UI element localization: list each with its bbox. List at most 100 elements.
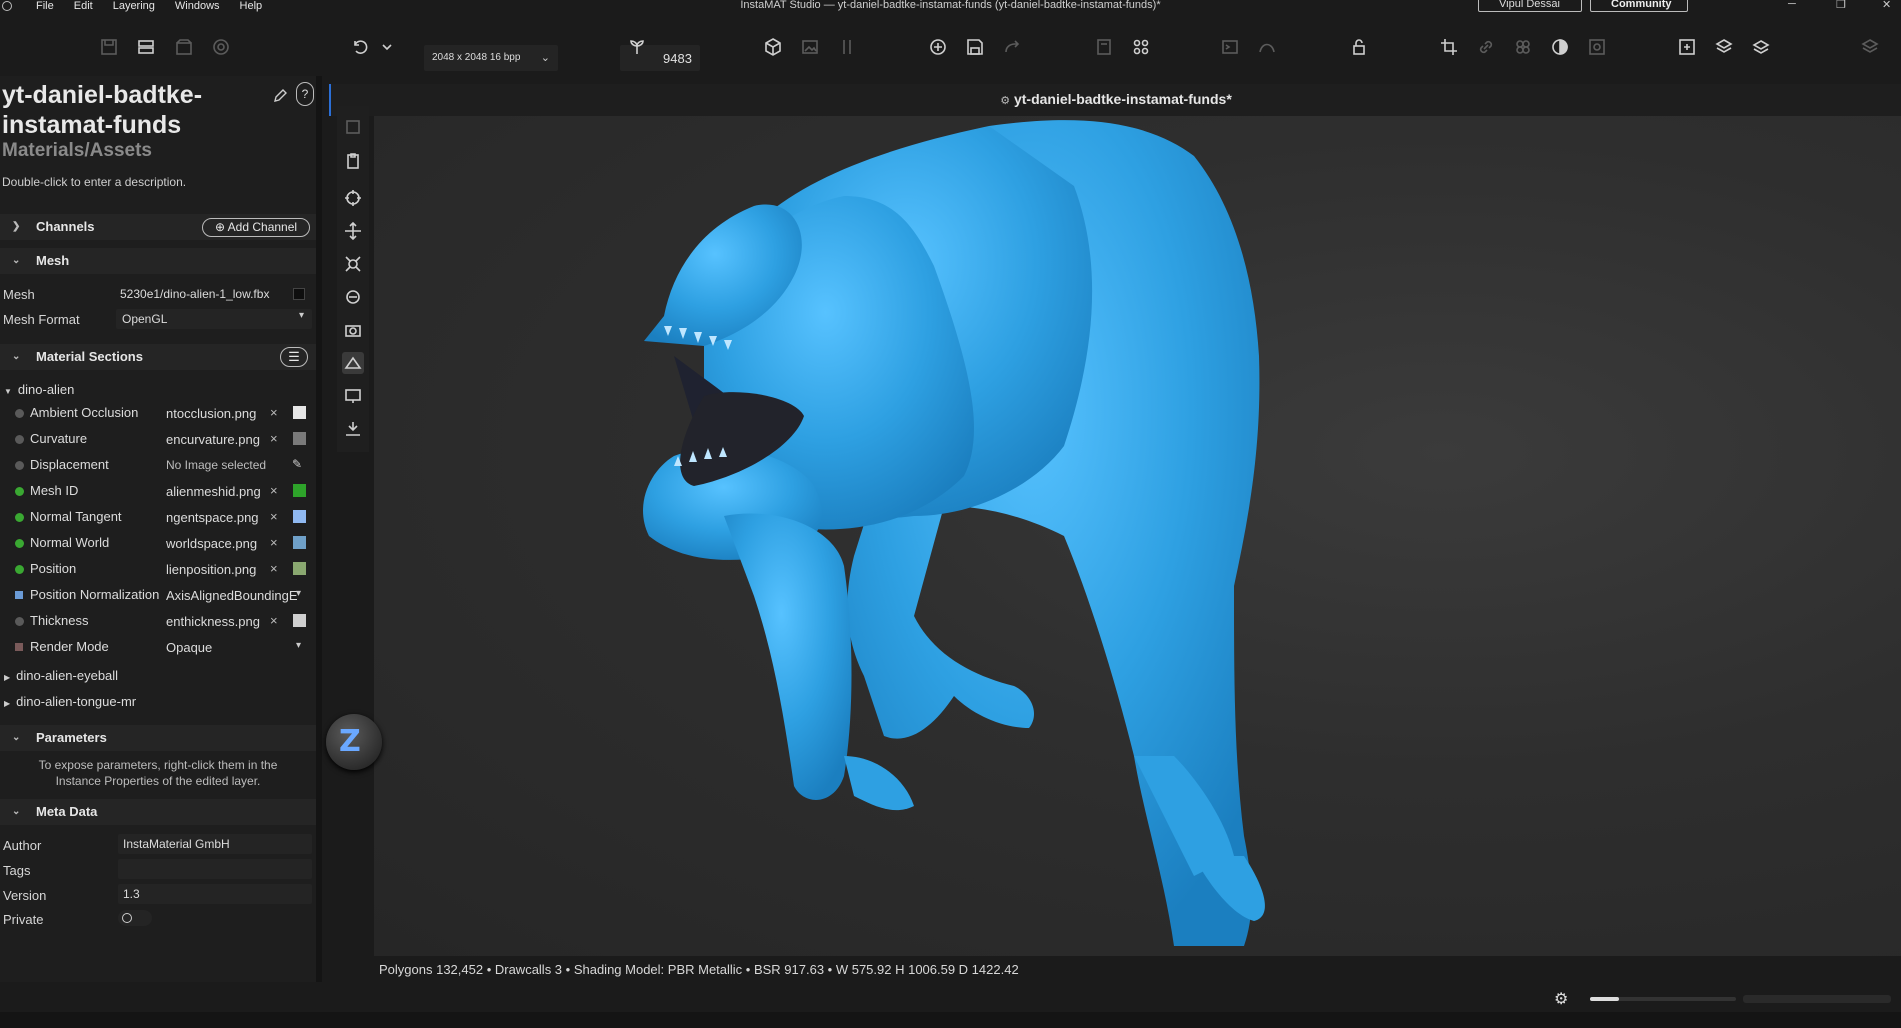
material-row[interactable]: Thickness enthickness.png × <box>0 611 316 635</box>
mesh-format-select[interactable]: OpenGL ▾ <box>116 309 312 329</box>
material-row-file[interactable]: ntocclusion.png <box>166 406 266 421</box>
link-icon[interactable] <box>1475 36 1497 58</box>
clear-icon[interactable]: × <box>270 561 278 576</box>
parameters-section-header[interactable]: ⌄ Parameters <box>0 725 316 751</box>
material-row-file[interactable]: encurvature.png <box>166 432 266 447</box>
restore-icon[interactable]: ❐ <box>1836 0 1846 11</box>
mesh-file-value[interactable]: 5230e1/dino-alien-1_low.fbx <box>120 287 269 301</box>
material-row-file[interactable]: No Image selected <box>166 458 266 472</box>
author-field[interactable]: InstaMaterial GmbH <box>118 834 312 854</box>
material-row[interactable]: Displacement No Image selected ✎ <box>0 455 316 479</box>
gear-icon[interactable] <box>210 36 232 58</box>
add-circle-icon[interactable] <box>927 36 949 58</box>
material-row[interactable]: Curvature encurvature.png × <box>0 429 316 453</box>
split-view-icon[interactable] <box>836 36 858 58</box>
layers-stack-icon[interactable] <box>1750 36 1772 58</box>
list-menu-button[interactable]: ☰ <box>280 347 308 367</box>
material-row-file[interactable]: alienmeshid.png <box>166 484 266 499</box>
material-group-dino-alien[interactable]: ▼ dino-alien <box>4 382 74 397</box>
material-row-file[interactable]: ngentspace.png <box>166 510 266 525</box>
menu-file[interactable]: File <box>26 1 64 12</box>
clear-icon[interactable]: × <box>270 509 278 524</box>
save-layer-icon[interactable] <box>98 36 120 58</box>
clear-icon[interactable]: × <box>270 405 278 420</box>
mesh-file-icon[interactable] <box>293 288 305 300</box>
resolution-select[interactable]: 2048 x 2048 16 bpp ⌄ <box>424 45 558 71</box>
3d-viewport[interactable]: Z <box>326 116 1901 956</box>
material-sections-header[interactable]: ⌄ Material Sections ☰ <box>0 344 316 370</box>
chevron-down-icon[interactable] <box>376 36 398 58</box>
asset-description[interactable]: Double-click to enter a description. <box>2 175 186 189</box>
crop-icon[interactable] <box>1438 36 1460 58</box>
private-toggle[interactable] <box>118 910 152 926</box>
calculator-icon[interactable] <box>1093 36 1115 58</box>
meta-data-section-header[interactable]: ⌄ Meta Data <box>0 799 316 825</box>
2d-view-icon[interactable] <box>799 36 821 58</box>
material-row-file[interactable]: enthickness.png <box>166 614 266 629</box>
add-layer-icon[interactable] <box>1676 36 1698 58</box>
help-button[interactable]: ? <box>296 82 314 106</box>
menu-windows[interactable]: Windows <box>165 1 230 12</box>
layout-icon[interactable] <box>135 36 157 58</box>
terminal-icon[interactable] <box>1219 36 1241 58</box>
texture-swatch[interactable] <box>293 614 306 627</box>
minimize-icon[interactable]: ─ <box>1788 0 1796 10</box>
display-icon[interactable] <box>342 385 364 407</box>
material-row-file[interactable]: worldspace.png <box>166 536 266 551</box>
nodes-icon[interactable] <box>1130 36 1152 58</box>
undo-icon[interactable] <box>349 36 371 58</box>
texture-swatch[interactable] <box>293 406 306 419</box>
menu-edit[interactable]: Edit <box>64 1 103 12</box>
view-focus-icon[interactable] <box>342 253 364 275</box>
user-button[interactable]: Vipul Dessai <box>1478 0 1582 12</box>
curve-icon[interactable] <box>1256 36 1278 58</box>
save-icon[interactable] <box>964 36 986 58</box>
material-row[interactable]: Normal Tangent ngentspace.png × <box>0 507 316 531</box>
material-row[interactable]: Mesh ID alienmeshid.png × <box>0 481 316 505</box>
version-field[interactable]: 1.3 <box>118 884 312 904</box>
camera-icon[interactable] <box>342 319 364 341</box>
texture-swatch[interactable] <box>293 536 306 549</box>
material-row-file[interactable]: lienposition.png <box>166 562 266 577</box>
layers-panel-icon[interactable] <box>1859 36 1881 58</box>
light-icon[interactable] <box>342 286 364 308</box>
pencil-icon[interactable] <box>272 88 288 104</box>
pattern-icon[interactable] <box>1512 36 1534 58</box>
contrast-icon[interactable] <box>1549 36 1571 58</box>
community-button[interactable]: Community <box>1590 0 1688 12</box>
pencil-icon[interactable]: ✎ <box>292 457 302 471</box>
material-row[interactable]: Position Normalization AxisAlignedBoundin… <box>0 585 316 609</box>
material-row-file[interactable]: AxisAlignedBoundingE <box>166 588 298 603</box>
texture-swatch[interactable] <box>293 562 306 575</box>
material-row[interactable]: Normal World worldspace.png × <box>0 533 316 557</box>
redo-share-icon[interactable] <box>1001 36 1023 58</box>
texture-swatch[interactable] <box>293 510 306 523</box>
crosshair-icon[interactable] <box>342 187 364 209</box>
close-icon[interactable]: ✕ <box>1882 0 1891 11</box>
move-icon[interactable] <box>342 220 364 242</box>
add-channel-button[interactable]: ⊕ Add Channel <box>202 218 310 237</box>
mesh-mode-icon[interactable] <box>342 352 364 374</box>
image-frame-icon[interactable] <box>1586 36 1608 58</box>
material-row[interactable]: Render Mode Opaque ▾ <box>0 637 316 661</box>
channels-section-header[interactable]: ❯ Channels ⊕ Add Channel <box>0 214 316 240</box>
clear-icon[interactable]: × <box>270 535 278 550</box>
menu-layering[interactable]: Layering <box>103 1 165 12</box>
material-group-tongue[interactable]: ▶ dino-alien-tongue-mr <box>4 694 136 709</box>
menu-help[interactable]: Help <box>230 1 273 12</box>
material-row[interactable]: Position lienposition.png × <box>0 559 316 583</box>
package-icon[interactable] <box>173 36 195 58</box>
tags-field[interactable] <box>118 859 312 879</box>
clipboard-icon[interactable] <box>342 150 364 172</box>
material-row[interactable]: Ambient Occlusion ntocclusion.png × <box>0 403 316 427</box>
material-row-file[interactable]: Opaque <box>166 640 298 655</box>
layers-icon[interactable] <box>1713 36 1735 58</box>
mesh-section-header[interactable]: ⌄ Mesh <box>0 248 316 274</box>
save-small-icon[interactable] <box>342 116 364 138</box>
ground-icon[interactable] <box>342 418 364 440</box>
3d-view-icon[interactable] <box>762 36 784 58</box>
texture-swatch[interactable] <box>293 484 306 497</box>
material-preview-sphere[interactable]: Z <box>326 714 382 770</box>
clear-icon[interactable]: × <box>270 431 278 446</box>
texture-swatch[interactable] <box>293 432 306 445</box>
